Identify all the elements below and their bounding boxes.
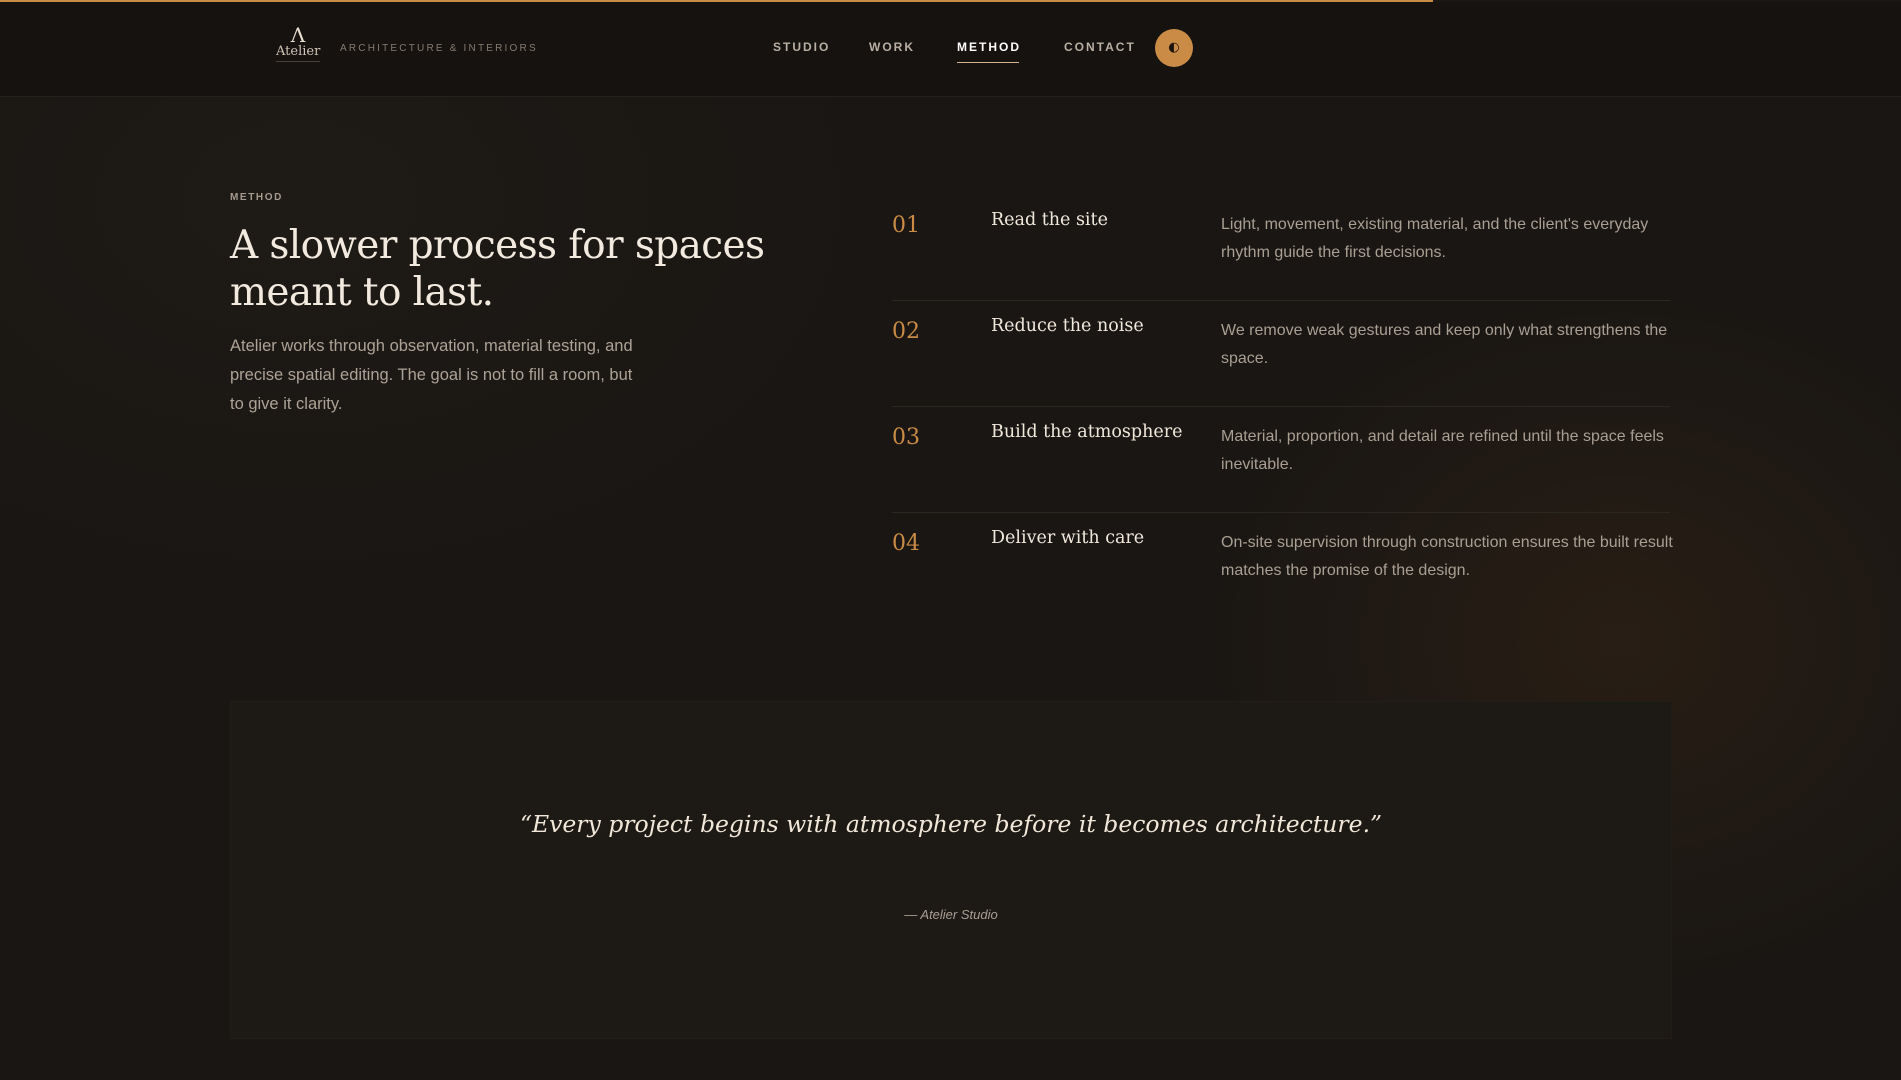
section-eyebrow: METHOD <box>230 192 283 203</box>
contrast-icon: ◐ <box>1168 40 1180 55</box>
section-intro: Atelier works through observation, mater… <box>230 337 633 413</box>
nav-link-studio[interactable]: STUDIO <box>773 40 830 54</box>
logo[interactable]: Λ Atelier <box>276 23 320 68</box>
method-step: 02 Reduce the noise We remove weak gestu… <box>892 301 1670 407</box>
section-heading: A slower process for spaces meant to las… <box>230 223 765 315</box>
nav-link-method[interactable]: METHOD <box>957 40 1021 63</box>
step-title: Deliver with care <box>991 528 1145 548</box>
method-step: 01 Read the site Light, movement, existi… <box>892 195 1670 301</box>
method-step: 03 Build the atmosphere Material, propor… <box>892 407 1670 513</box>
step-description: Material, proportion, and detail are ref… <box>1221 428 1664 473</box>
step-description: We remove weak gestures and keep only wh… <box>1221 322 1668 367</box>
step-number: 02 <box>892 319 920 344</box>
quote-author: — Atelier Studio <box>904 907 998 922</box>
quote-card: “Every project begins with atmosphere be… <box>230 701 1672 1039</box>
step-number: 03 <box>892 425 920 450</box>
step-number: 04 <box>892 531 920 556</box>
quote-text: “Every project begins with atmosphere be… <box>519 810 1383 838</box>
step-description: On-site supervision through construction… <box>1221 534 1673 579</box>
method-step: 04 Deliver with care On-site supervision… <box>892 513 1673 618</box>
logo-wordmark: Atelier <box>276 44 320 62</box>
brand-tagline: ARCHITECTURE & INTERIORS <box>340 43 538 54</box>
nav-link-contact[interactable]: CONTACT <box>1064 40 1136 54</box>
logo-mark: Λ <box>290 23 306 47</box>
step-title: Build the atmosphere <box>991 422 1183 442</box>
step-number: 01 <box>892 213 920 238</box>
step-description: Light, movement, existing material, and … <box>1221 216 1649 261</box>
theme-toggle-button[interactable]: ◐ <box>1155 29 1193 67</box>
method-steps-list: 01 Read the site Light, movement, existi… <box>892 195 1673 618</box>
nav-link-work[interactable]: WORK <box>869 40 915 54</box>
step-title: Reduce the noise <box>991 316 1144 336</box>
site-header: Λ Atelier ARCHITECTURE & INTERIORS STUDI… <box>0 2 1901 97</box>
step-title: Read the site <box>991 210 1108 230</box>
